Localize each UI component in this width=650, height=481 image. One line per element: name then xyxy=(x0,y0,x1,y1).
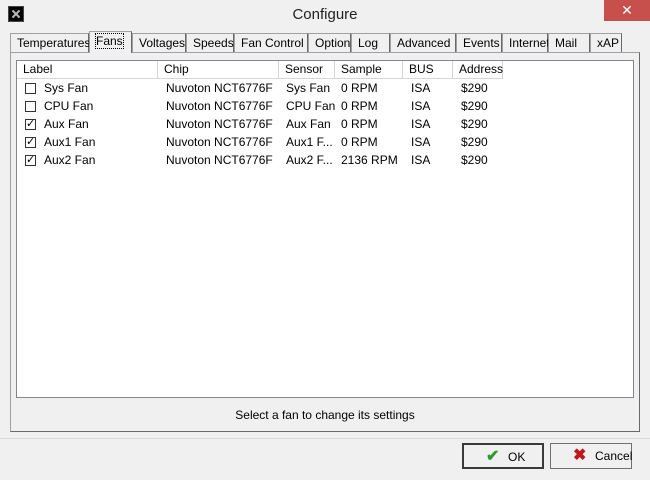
cell-sensor: Aux2 F... xyxy=(286,153,333,167)
tab-label: Voltages xyxy=(139,36,186,50)
cell-label: Sys Fan xyxy=(44,81,89,95)
tab-fans[interactable]: Fans xyxy=(89,31,132,53)
cell-chip: Nuvoton NCT6776F xyxy=(166,117,273,131)
tab-speeds[interactable]: Speeds xyxy=(186,33,234,52)
cell-bus: ISA xyxy=(411,99,431,113)
cell-sample: 0 RPM xyxy=(341,81,378,95)
tab-label: xAP xyxy=(597,36,620,50)
column-header-chip[interactable]: Chip xyxy=(158,61,279,79)
enable-checkbox[interactable] xyxy=(25,83,36,94)
cell-bus: ISA xyxy=(411,117,431,131)
tab-label: Mail xyxy=(555,36,578,50)
cell-label: Aux Fan xyxy=(44,117,89,131)
cell-label: Aux2 Fan xyxy=(44,153,96,167)
cell-address: $290 xyxy=(461,99,488,113)
close-button[interactable]: ✕ xyxy=(604,0,650,21)
hint-text: Select a fan to change its settings xyxy=(235,408,415,422)
tab-mail[interactable]: Mail xyxy=(548,33,590,52)
fans-list[interactable]: Label Chip Sensor Sample BUS Address Sys Fan N… xyxy=(16,60,634,398)
ok-button[interactable]: ✔ OK xyxy=(462,443,544,469)
cell-bus: ISA xyxy=(411,153,431,167)
cell-address: $290 xyxy=(461,117,488,131)
x-icon: ✖ xyxy=(573,447,587,464)
list-item[interactable]: CPU Fan Nuvoton NCT6776F CPU Fan 0 RPM ISA $2… xyxy=(17,97,633,115)
cell-sensor: Aux Fan xyxy=(286,117,331,131)
tab-fan-control[interactable]: Fan Control xyxy=(234,33,308,52)
tab-label: Events xyxy=(463,36,500,50)
cell-sample: 0 RPM xyxy=(341,99,378,113)
list-item[interactable]: ✓ Aux2 Fan Nuvoton NCT6776F Aux2 F... 2136 R… xyxy=(17,151,633,169)
tab-label: Log xyxy=(358,36,379,50)
tab-internet[interactable]: Internet xyxy=(502,33,550,52)
configure-window: Configure ✕ Temperatures Fans Voltages Spee… xyxy=(0,0,650,480)
cell-chip: Nuvoton NCT6776F xyxy=(166,153,273,167)
list-item[interactable]: Sys Fan Nuvoton NCT6776F Sys Fan 0 RPM ISA $2… xyxy=(17,79,633,97)
cell-address: $290 xyxy=(461,135,488,149)
window-title: Configure xyxy=(292,6,358,23)
tab-temperatures[interactable]: Temperatures xyxy=(10,33,91,52)
cell-chip: Nuvoton NCT6776F xyxy=(166,81,273,95)
cell-bus: ISA xyxy=(411,135,431,149)
cell-address: $290 xyxy=(461,81,488,95)
column-header-sensor[interactable]: Sensor xyxy=(279,61,335,79)
cancel-label: Cancel xyxy=(595,449,633,463)
tab-label: Advanced xyxy=(397,36,451,50)
tab-events[interactable]: Events xyxy=(456,33,502,52)
tab-advanced[interactable]: Advanced xyxy=(390,33,456,52)
cell-sample: 2136 RPM xyxy=(341,153,398,167)
column-header-address[interactable]: Address xyxy=(453,61,503,79)
enable-checkbox[interactable]: ✓ xyxy=(25,119,36,130)
cell-sample: 0 RPM xyxy=(341,135,378,149)
enable-checkbox[interactable] xyxy=(25,101,36,112)
tab-xap[interactable]: xAP xyxy=(590,33,622,52)
cell-bus: ISA xyxy=(411,81,431,95)
cell-sample: 0 RPM xyxy=(341,117,378,131)
tab-label: Temperatures xyxy=(17,36,91,50)
checkmark-icon: ✔ xyxy=(486,448,500,465)
tab-options[interactable]: Options xyxy=(308,33,356,52)
cell-sensor: Sys Fan xyxy=(286,81,331,95)
column-header-bus[interactable]: BUS xyxy=(403,61,453,79)
cell-label: Aux1 Fan xyxy=(44,135,96,149)
cancel-button[interactable]: ✖ Cancel xyxy=(550,443,632,469)
enable-checkbox[interactable]: ✓ xyxy=(25,137,36,148)
enable-checkbox[interactable]: ✓ xyxy=(25,155,36,166)
tab-label: Fan Control xyxy=(241,36,304,50)
list-item[interactable]: ✓ Aux1 Fan Nuvoton NCT6776F Aux1 F... 0 RPM I… xyxy=(17,133,633,151)
tab-log[interactable]: Log xyxy=(351,33,390,52)
tab-voltages[interactable]: Voltages xyxy=(132,33,186,52)
list-item[interactable]: ✓ Aux Fan Nuvoton NCT6776F Aux Fan 0 RPM ISA $… xyxy=(17,115,633,133)
cell-sensor: CPU Fan xyxy=(286,99,336,113)
cell-label: CPU Fan xyxy=(44,99,94,113)
cell-chip: Nuvoton NCT6776F xyxy=(166,135,273,149)
tab-label: Speeds xyxy=(193,36,234,50)
cell-address: $290 xyxy=(461,153,488,167)
column-header-sample[interactable]: Sample xyxy=(335,61,403,79)
cell-chip: Nuvoton NCT6776F xyxy=(166,99,273,113)
title-bar[interactable]: Configure ✕ xyxy=(0,0,650,30)
tab-label: Fans xyxy=(95,33,124,49)
ok-label: OK xyxy=(508,450,526,464)
tab-label: Internet xyxy=(509,36,550,50)
cell-sensor: Aux1 F... xyxy=(286,135,333,149)
column-header-label[interactable]: Label xyxy=(17,61,158,79)
